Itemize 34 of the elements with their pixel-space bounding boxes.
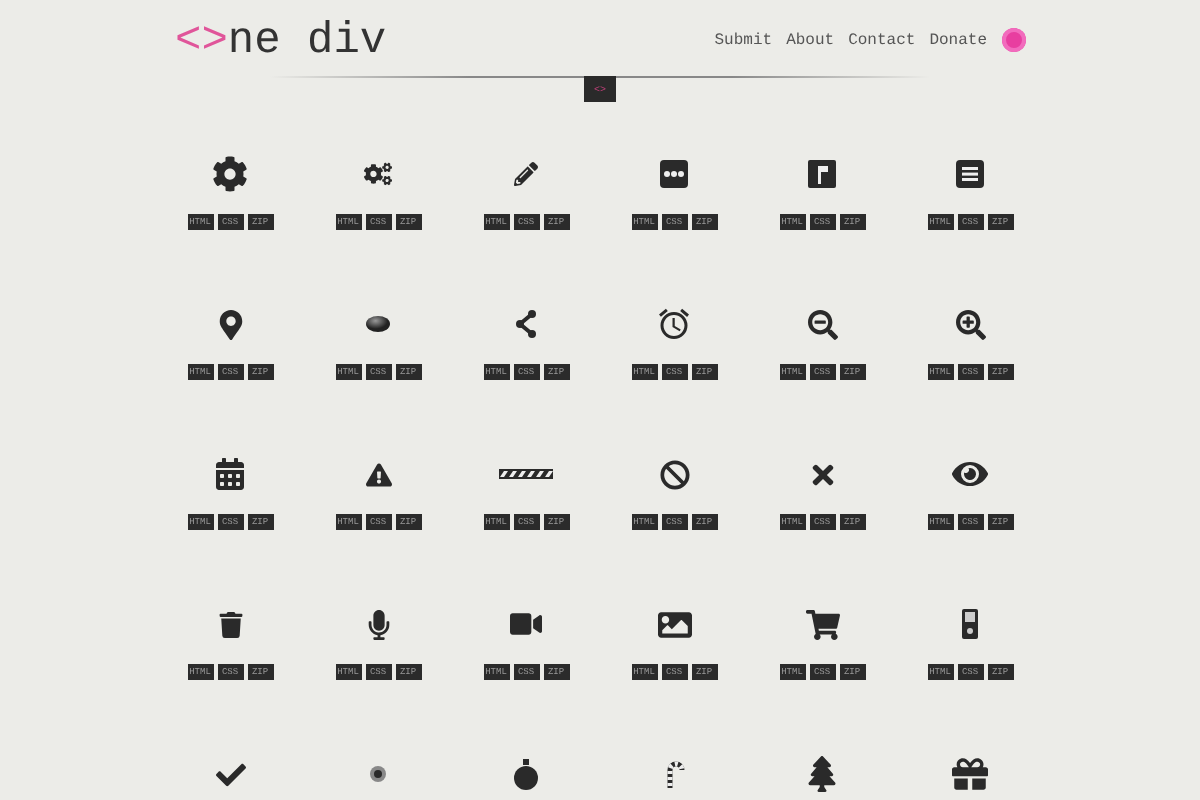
dots-icon bbox=[658, 158, 690, 190]
nav-link[interactable]: Submit bbox=[714, 31, 773, 49]
cart-icon bbox=[805, 607, 839, 641]
zoom-out-icon bbox=[807, 309, 837, 339]
zoom-in-icon bbox=[955, 309, 985, 339]
striped-bar-icon bbox=[498, 468, 554, 480]
nav-link[interactable]: About bbox=[786, 31, 835, 49]
eye-icon bbox=[952, 456, 988, 492]
ban-icon bbox=[659, 459, 689, 489]
close-icon bbox=[807, 459, 837, 489]
ornament-icon bbox=[510, 758, 542, 790]
warning-icon bbox=[365, 461, 391, 487]
microphone-icon bbox=[363, 609, 393, 639]
pencil-icon bbox=[514, 162, 538, 186]
logo-text: ne div bbox=[227, 15, 387, 65]
alarm-clock-icon bbox=[656, 306, 692, 342]
share-icon bbox=[510, 308, 542, 340]
gears-icon bbox=[364, 160, 392, 188]
nav-link[interactable]: Donate bbox=[929, 31, 987, 49]
logo-mark: <> bbox=[175, 15, 228, 65]
gear-icon bbox=[212, 156, 248, 192]
map-pin-icon bbox=[215, 309, 245, 339]
nav-link[interactable]: Contact bbox=[848, 31, 916, 49]
list-icon bbox=[954, 158, 986, 190]
trash-icon bbox=[217, 611, 243, 637]
image-icon bbox=[657, 607, 691, 641]
gift-icon bbox=[952, 756, 988, 792]
circle-icon[interactable] bbox=[1001, 28, 1025, 52]
flag-icon bbox=[806, 158, 838, 190]
video-camera-icon bbox=[510, 608, 542, 640]
calendar-icon bbox=[214, 458, 246, 490]
tree-icon bbox=[804, 756, 840, 792]
ellipse-icon bbox=[366, 316, 390, 332]
check-icon bbox=[215, 759, 245, 789]
